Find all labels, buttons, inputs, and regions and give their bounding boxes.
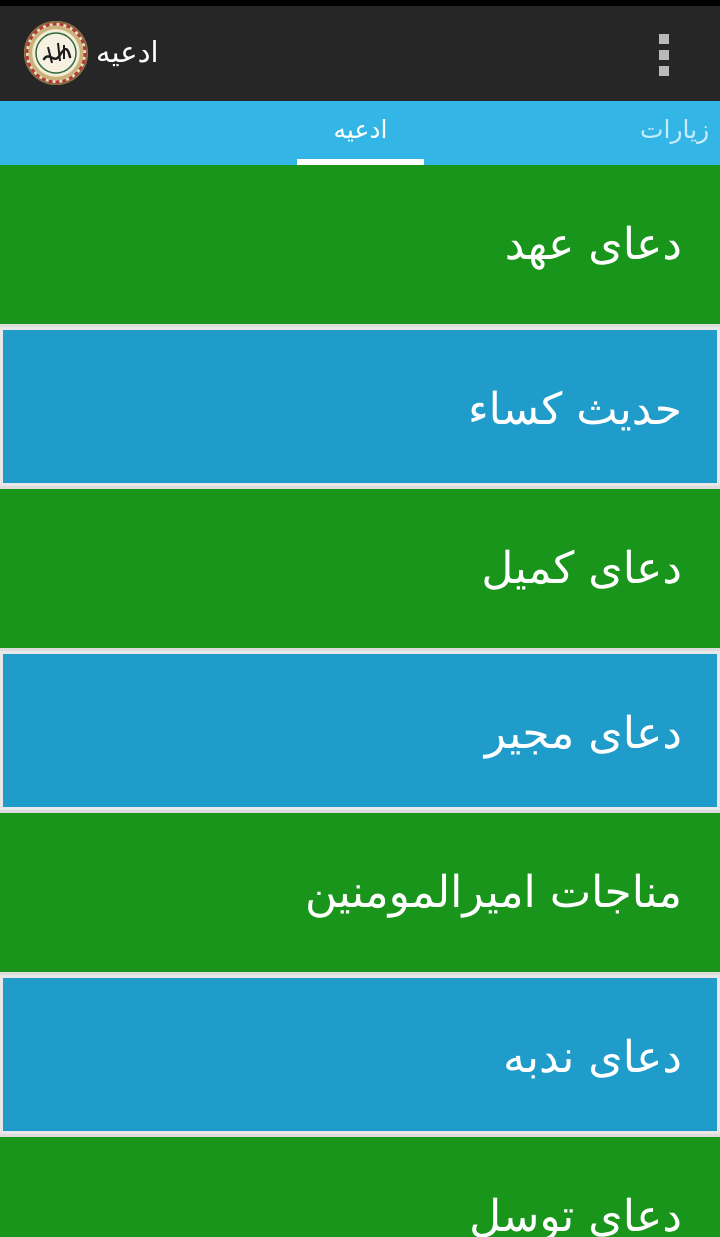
list-item-label: دعای کمیل xyxy=(481,543,682,594)
list-item[interactable]: مناجات امیرالمومنین xyxy=(0,813,720,972)
list-item[interactable]: دعای توسل xyxy=(0,1137,720,1237)
overflow-dot xyxy=(659,66,669,76)
list-item-label: حدیث کساء xyxy=(467,384,682,435)
list-item-label: دعای عهد xyxy=(504,219,682,270)
list-item-label: دعای ندبه xyxy=(503,1032,682,1083)
prayer-list: دعای عهد حدیث کساء دعای کمیل دعای مجیر م… xyxy=(0,165,720,1237)
list-item-label: دعای مجیر xyxy=(484,708,682,759)
tab-label: زیارات xyxy=(640,115,710,144)
app-title: ادعیه xyxy=(96,35,159,69)
overflow-menu-icon[interactable] xyxy=(646,30,682,80)
action-bar: ادعیه xyxy=(0,6,720,101)
tab-label: ادعیه xyxy=(333,115,388,144)
list-item[interactable]: دعای مجیر xyxy=(0,651,720,810)
list-item[interactable]: دعای عهد xyxy=(0,165,720,324)
list-item[interactable]: دعای ندبه xyxy=(0,975,720,1134)
overflow-dot xyxy=(659,34,669,44)
tab-bar: ادعیه زیارات xyxy=(0,101,720,165)
list-item-label: مناجات امیرالمومنین xyxy=(304,867,682,918)
list-item[interactable]: دعای کمیل xyxy=(0,489,720,648)
bismillah-calligraphy-icon[interactable] xyxy=(24,21,88,85)
list-item[interactable]: حدیث کساء xyxy=(0,327,720,486)
overflow-dot xyxy=(659,50,669,60)
tab-adieh[interactable]: ادعیه xyxy=(297,101,424,165)
tab-ziarat[interactable]: زیارات xyxy=(640,101,720,165)
list-item-label: دعای توسل xyxy=(469,1191,682,1237)
